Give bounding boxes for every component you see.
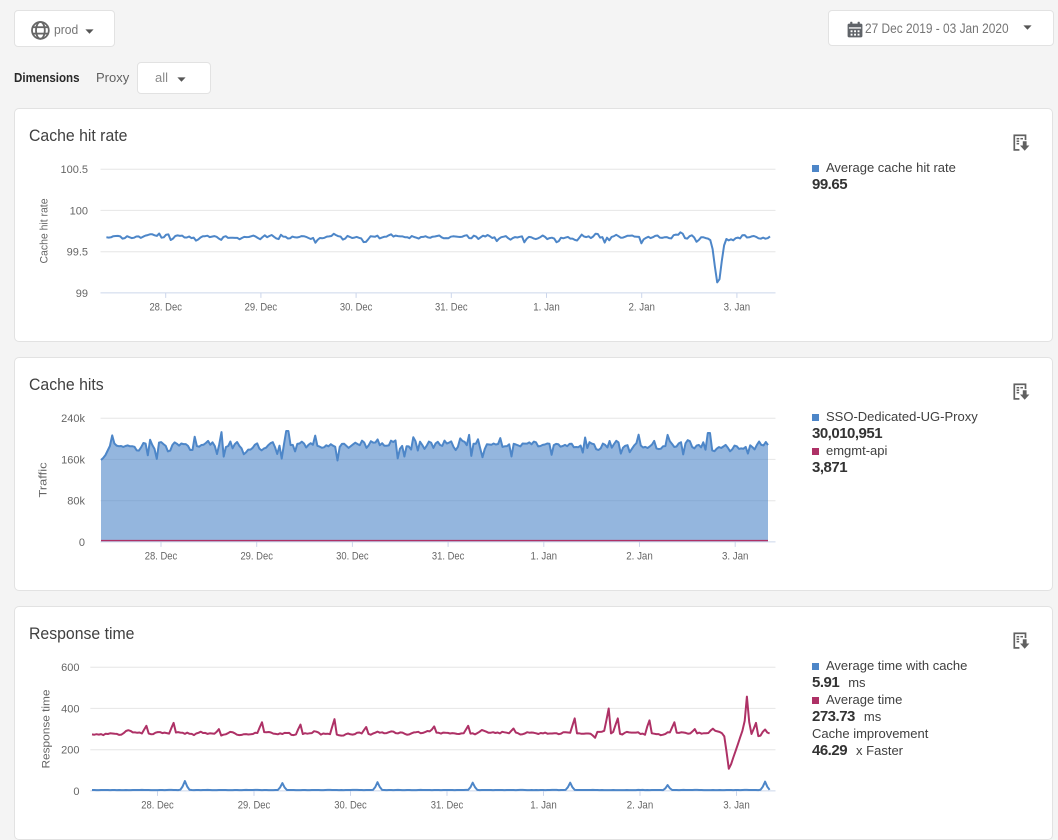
svg-text:1. Jan: 1. Jan — [530, 799, 557, 811]
svg-text:1. Jan: 1. Jan — [533, 301, 560, 313]
svg-text:2. Jan: 2. Jan — [627, 799, 654, 811]
svg-text:200: 200 — [61, 745, 79, 757]
svg-text:3. Jan: 3. Jan — [724, 301, 751, 313]
svg-text:30. Dec: 30. Dec — [334, 799, 367, 811]
svg-text:240k: 240k — [61, 413, 85, 425]
svg-text:Response time: Response time — [41, 690, 53, 769]
svg-text:30. Dec: 30. Dec — [336, 550, 369, 562]
svg-text:28. Dec: 28. Dec — [145, 550, 178, 562]
svg-text:600: 600 — [61, 662, 79, 674]
svg-text:Traffic: Traffic — [38, 462, 50, 498]
svg-text:99.5: 99.5 — [67, 247, 88, 259]
svg-text:29. Dec: 29. Dec — [238, 799, 271, 811]
svg-text:28. Dec: 28. Dec — [141, 799, 174, 811]
svg-text:30. Dec: 30. Dec — [340, 301, 373, 313]
svg-text:31. Dec: 31. Dec — [432, 550, 465, 562]
svg-text:2. Jan: 2. Jan — [628, 301, 655, 313]
svg-text:99: 99 — [76, 288, 88, 300]
svg-text:3. Jan: 3. Jan — [722, 550, 749, 562]
svg-text:Cache hit rate: Cache hit rate — [39, 199, 51, 264]
svg-text:29. Dec: 29. Dec — [240, 550, 273, 562]
svg-text:1. Jan: 1. Jan — [531, 550, 558, 562]
svg-text:0: 0 — [73, 786, 79, 798]
svg-text:100: 100 — [70, 205, 88, 217]
svg-text:80k: 80k — [67, 496, 85, 508]
svg-text:0: 0 — [79, 537, 85, 549]
svg-text:31. Dec: 31. Dec — [431, 799, 464, 811]
svg-text:29. Dec: 29. Dec — [245, 301, 278, 313]
svg-text:31. Dec: 31. Dec — [435, 301, 468, 313]
svg-text:3. Jan: 3. Jan — [723, 799, 750, 811]
svg-text:400: 400 — [61, 703, 79, 715]
svg-text:2. Jan: 2. Jan — [626, 550, 653, 562]
svg-text:28. Dec: 28. Dec — [149, 301, 182, 313]
svg-text:160k: 160k — [61, 454, 85, 466]
svg-text:100.5: 100.5 — [60, 164, 88, 176]
